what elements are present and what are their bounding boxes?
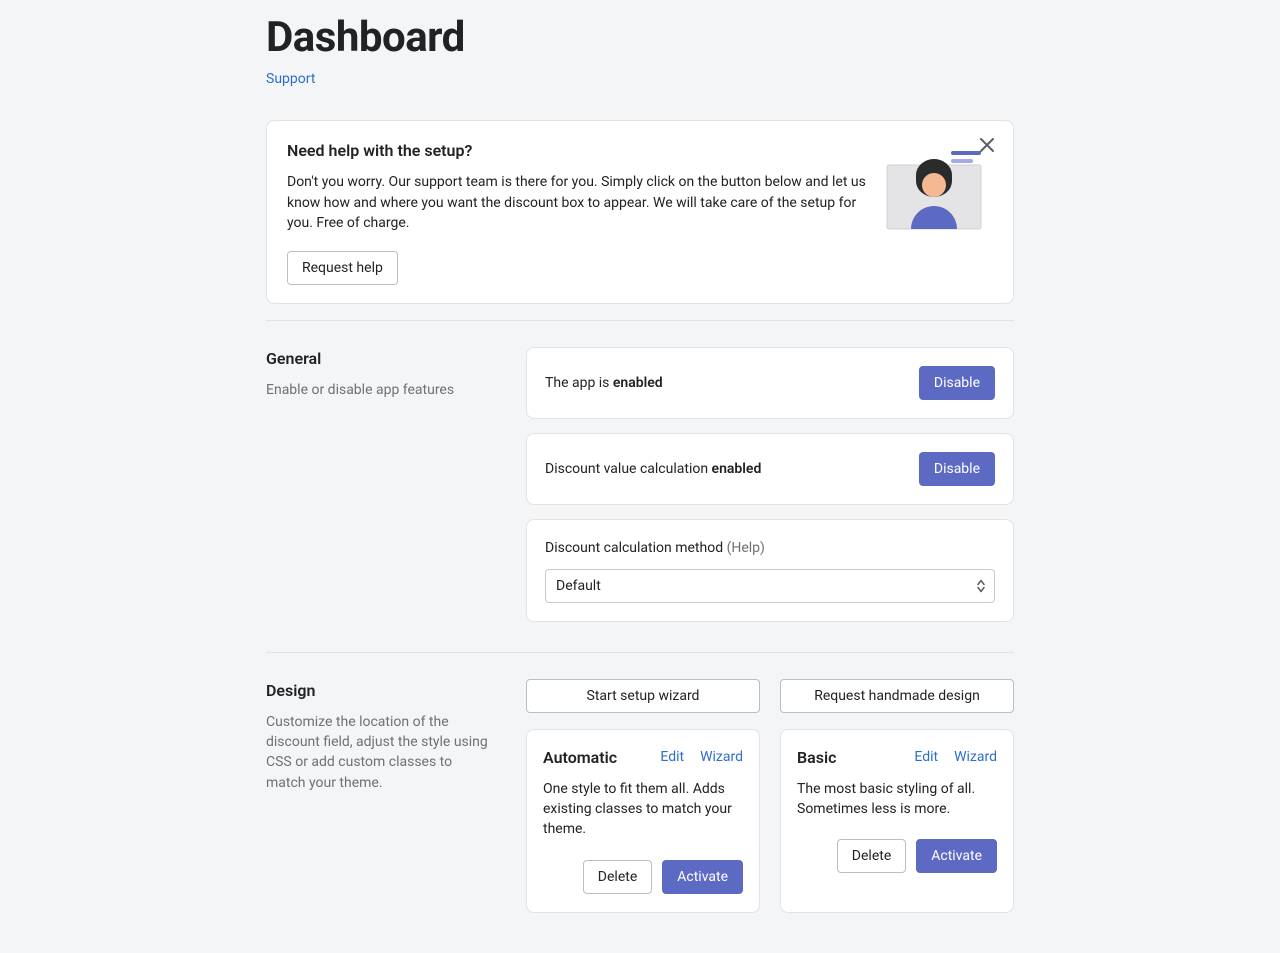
discount-status-text: Discount value calculation enabled — [545, 459, 919, 479]
start-setup-wizard-button[interactable]: Start setup wizard — [526, 679, 760, 713]
section-general: General Enable or disable app features T… — [266, 347, 1014, 635]
design-card-desc: One style to fit them all. Adds existing… — [543, 779, 743, 840]
design-card-automatic: Automatic Edit Wizard One style to fit t… — [526, 729, 760, 913]
design-delete-button[interactable]: Delete — [837, 839, 906, 873]
app-status-text: The app is enabled — [545, 373, 919, 393]
calc-method-card: Discount calculation method (Help) Defau… — [526, 519, 1014, 621]
design-activate-button[interactable]: Activate — [916, 839, 997, 873]
design-card-title: Basic — [797, 746, 836, 769]
design-wizard-link[interactable]: Wizard — [954, 747, 997, 767]
design-delete-button[interactable]: Delete — [583, 860, 652, 894]
request-handmade-design-button[interactable]: Request handmade design — [780, 679, 1014, 713]
section-design: Design Customize the location of the dis… — [266, 679, 1014, 913]
help-card-body: Don't you worry. Our support team is the… — [287, 172, 867, 233]
design-subtext: Customize the location of the discount f… — [266, 712, 494, 793]
discount-status-card: Discount value calculation enabled Disab… — [526, 433, 1014, 505]
support-link[interactable]: Support — [266, 69, 315, 89]
app-status-card: The app is enabled Disable — [526, 347, 1014, 419]
calc-method-label: Discount calculation method — [545, 540, 727, 556]
design-card-title: Automatic — [543, 746, 617, 769]
design-card-basic: Basic Edit Wizard The most basic styling… — [780, 729, 1014, 913]
design-heading: Design — [266, 679, 494, 702]
design-wizard-link[interactable]: Wizard — [700, 747, 743, 767]
page-title: Dashboard — [266, 8, 1014, 69]
calc-method-select[interactable]: Default — [545, 569, 995, 603]
discount-status-state: enabled — [712, 461, 762, 477]
design-card-desc: The most basic styling of all. Sometimes… — [797, 779, 997, 820]
discount-status-prefix: Discount value calculation — [545, 461, 712, 477]
help-illustration — [883, 143, 993, 243]
calc-method-help-link[interactable]: (Help) — [727, 540, 765, 556]
general-subtext: Enable or disable app features — [266, 380, 494, 400]
request-help-button[interactable]: Request help — [287, 251, 398, 285]
help-card-title: Need help with the setup? — [287, 139, 867, 162]
app-status-state: enabled — [613, 375, 663, 391]
general-heading: General — [266, 347, 494, 370]
help-card: Need help with the setup? Don't you worr… — [266, 120, 1014, 304]
disable-app-button[interactable]: Disable — [919, 366, 995, 400]
app-status-prefix: The app is — [545, 375, 613, 391]
design-activate-button[interactable]: Activate — [662, 860, 743, 894]
design-edit-link[interactable]: Edit — [914, 747, 938, 767]
disable-discount-button[interactable]: Disable — [919, 452, 995, 486]
design-edit-link[interactable]: Edit — [660, 747, 684, 767]
